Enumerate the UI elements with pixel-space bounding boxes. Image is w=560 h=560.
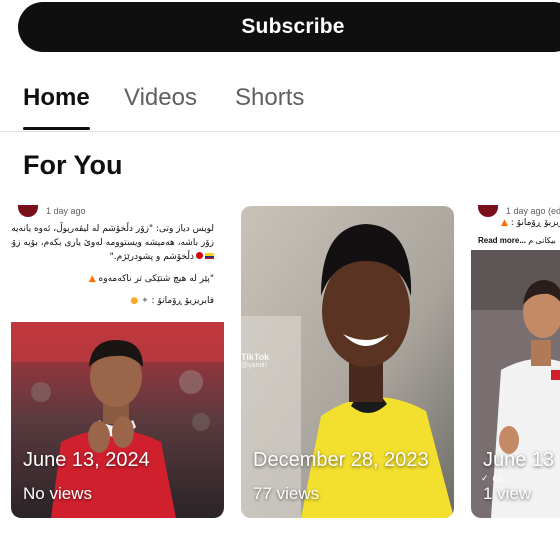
video-date: December 28, 2023 (253, 449, 429, 471)
video-card[interactable]: 1 day ago لویس دیاز وتی: "زۆر دڵخۆشم لە … (11, 200, 224, 518)
fire-icon: ▲ (501, 218, 508, 228)
video-card[interactable]: TikTok @yamin December 28, 2023 77 views (241, 206, 454, 518)
view-count: 77 views (253, 484, 320, 503)
tab-home[interactable]: Home (23, 84, 90, 112)
tab-videos[interactable]: Videos (124, 84, 197, 112)
post-line: لویس دیاز وتی: "زۆر دڵخۆشم لە لیڤەرپوڵ، … (11, 224, 214, 234)
post-line: زۆر باشە، هەمیشە ویستوومە لەوێ یاری بکەم… (11, 238, 214, 248)
subscribe-button[interactable]: Subscribe (18, 2, 560, 52)
video-thumbnail[interactable]: June 13, 2024 No views (11, 322, 224, 518)
tab-shorts[interactable]: Shorts (235, 84, 304, 112)
active-tab-indicator (23, 127, 90, 130)
sparkle-icon: ✦ (141, 296, 149, 306)
view-count: No views (23, 484, 92, 503)
post-header: 1 day ago (18, 205, 86, 217)
subscribe-label: Subscribe (241, 15, 345, 38)
like-count: 69 (492, 473, 503, 484)
bulb-icon: ● (130, 296, 139, 306)
post-header: 1 day ago (edit (478, 205, 560, 217)
post-line: "پێر لە هیچ شتێکی تر ناکەمەوە ▲ (88, 274, 214, 284)
flag-icon (205, 253, 214, 259)
read-more-link[interactable]: Read more... بیکانی م (478, 236, 556, 245)
post-line: فابریزیۆ ڕۆمانۆ : ▲ (501, 218, 560, 228)
video-thumbnail[interactable]: ✓ 69 June 13 1 view (471, 250, 560, 518)
like-stats: ✓ 69 (481, 473, 503, 484)
heart-icon (196, 252, 203, 259)
post-line: فابریزیۆ ڕۆمانۆ : ✦ ● (130, 296, 214, 306)
channel-tabs: Home Videos Shorts (0, 78, 560, 132)
video-date: June 13 (483, 449, 555, 471)
thumbs-up-icon[interactable]: ✓ (481, 473, 489, 484)
post-text: لویس دیاز وتی: "زۆر دڵخۆشم لە لیڤەرپوڵ، … (11, 222, 214, 308)
video-card[interactable]: 1 day ago (edit فابریزیۆ ڕۆمانۆ : ▲ Read… (471, 200, 560, 518)
post-line: دڵخۆشم و پشودرێژم." (14, 250, 214, 264)
view-count: 1 view (483, 484, 532, 503)
section-title: For You (23, 150, 123, 180)
fire-icon: ▲ (88, 274, 96, 284)
watermark-text: TikTok @yamin (241, 352, 270, 369)
video-date: June 13, 2024 (23, 449, 150, 471)
post-time: 1 day ago (edit (506, 206, 560, 216)
avatar (18, 205, 38, 217)
avatar (478, 205, 498, 217)
post-time: 1 day ago (46, 206, 86, 216)
